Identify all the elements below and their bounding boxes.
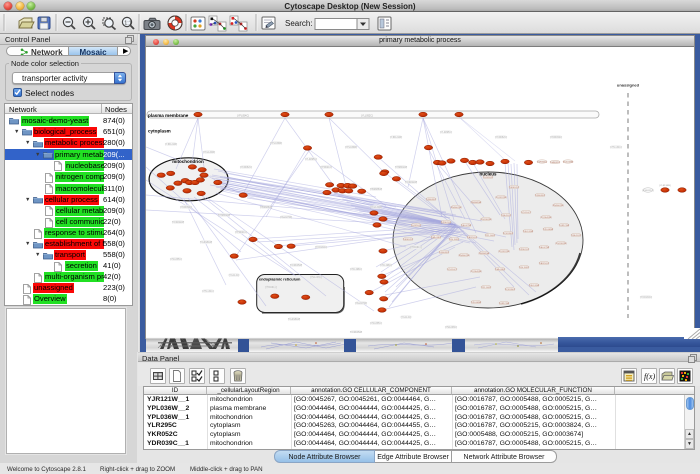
svg-text:[YPL036W]: [YPL036W] <box>543 229 554 231</box>
svg-text:[YPR021C]: [YPR021C] <box>235 232 247 234</box>
svg-text:[YPL134C]: [YPL134C] <box>202 291 213 293</box>
svg-text:f(x): f(x) <box>644 372 655 381</box>
svg-text:[YML038C]: [YML038C] <box>431 237 441 239</box>
svg-text:[YOR130C]: [YOR130C] <box>315 247 327 249</box>
svg-text:[YJR121W]: [YJR121W] <box>499 303 510 305</box>
svg-text:[YOR222W]: [YOR222W] <box>496 197 507 199</box>
svg-text:[YHR002W]: [YHR002W] <box>395 167 407 169</box>
svg-text:[YGR181W]: [YGR181W] <box>556 243 567 245</box>
svg-text:1:1: 1:1 <box>124 21 132 27</box>
svg-text:[YOR045W]: [YOR045W] <box>290 265 303 267</box>
svg-text:[YNL055C]: [YNL055C] <box>571 235 581 237</box>
svg-text:[YPR021C]: [YPR021C] <box>320 167 332 169</box>
svg-text:[YFL054C]: [YFL054C] <box>237 114 249 117</box>
svg-text:[YIL114C]: [YIL114C] <box>522 212 531 214</box>
svg-text:[YIL114C]: [YIL114C] <box>229 275 239 277</box>
svg-text:[YPL036W]: [YPL036W] <box>471 302 482 304</box>
svg-text:mitochondrion: mitochondrion <box>172 159 204 164</box>
svg-text:[YGR181W]: [YGR181W] <box>481 219 492 221</box>
svg-text:Search:: Search: <box>285 19 313 28</box>
svg-text:[YEL027W]: [YEL027W] <box>280 217 292 219</box>
svg-text:[YDR039C]: [YDR039C] <box>426 199 437 201</box>
svg-text:[YDL198C]: [YDL198C] <box>519 267 529 269</box>
svg-text:[YJR121W]: [YJR121W] <box>559 225 570 227</box>
svg-text:[YPL134C]: [YPL134C] <box>481 287 491 289</box>
svg-text:[YDL198C]: [YDL198C] <box>449 239 459 241</box>
svg-text:[YHR002W]: [YHR002W] <box>451 207 462 209</box>
svg-text:[YKL120W]: [YKL120W] <box>203 152 215 154</box>
svg-text:[YOR222W]: [YOR222W] <box>499 251 510 253</box>
svg-text:[YEL027W]: [YEL027W] <box>539 247 550 249</box>
svg-text:[YNL055C]: [YNL055C] <box>170 259 182 261</box>
svg-text:[YKR052C]: [YKR052C] <box>240 167 252 169</box>
svg-text:[YBR085W]: [YBR085W] <box>471 202 482 204</box>
svg-text:[YDR039C]: [YDR039C] <box>180 207 192 209</box>
svg-text:[YGR181W]: [YGR181W] <box>288 319 301 321</box>
svg-text:nucleus: nucleus <box>479 172 497 177</box>
svg-text:[YLR295C]: [YLR295C] <box>305 159 317 161</box>
svg-text:[YJR121W]: [YJR121W] <box>165 144 177 146</box>
svg-text:[YIL114C]: [YIL114C] <box>401 317 411 319</box>
svg-text:[YDR039C]: [YDR039C] <box>535 195 546 197</box>
svg-text:[YBR085W]: [YBR085W] <box>260 207 272 209</box>
svg-text:[YLR295C]: [YLR295C] <box>440 132 452 134</box>
svg-text:[YHR002W]: [YHR002W] <box>553 205 564 207</box>
svg-text:[YML038C]: [YML038C] <box>495 269 505 271</box>
svg-text:[YOR045W]: [YOR045W] <box>541 217 552 219</box>
svg-text:[YIL114C]: [YIL114C] <box>448 269 457 271</box>
svg-text:[YHR002W]: [YHR002W] <box>459 255 470 257</box>
svg-text:[YGR181W]: [YGR181W] <box>200 242 213 244</box>
svg-text:[YNL055C]: [YNL055C] <box>370 323 382 325</box>
svg-text:[YEL027W]: [YEL027W] <box>461 225 472 227</box>
svg-text:[YOR130C]: [YOR130C] <box>640 297 652 299</box>
svg-text:[YBR291C]: [YBR291C] <box>467 237 477 239</box>
svg-text:[YKL120W]: [YKL120W] <box>523 231 534 233</box>
svg-text:[YKR052C]: [YKR052C] <box>495 137 507 139</box>
svg-text:[YOL156W]: [YOL156W] <box>563 162 574 164</box>
svg-text:[YPL036W]: [YPL036W] <box>345 147 357 149</box>
svg-text:[YOR130C]: [YOR130C] <box>503 233 514 235</box>
svg-text:[YLR295C]: [YLR295C] <box>411 225 421 227</box>
svg-text:unassigned: unassigned <box>617 83 640 88</box>
svg-text:[YPL134C]: [YPL134C] <box>485 235 495 237</box>
svg-text:[YKL120W]: [YKL120W] <box>370 207 382 209</box>
svg-text:cytoplasm: cytoplasm <box>148 129 171 134</box>
svg-text:[YBR291C]: [YBR291C] <box>265 287 277 289</box>
svg-text:[YPR021C]: [YPR021C] <box>519 249 529 251</box>
svg-text:[YDR039C]: [YDR039C] <box>439 252 450 254</box>
svg-text:[YKL120W]: [YKL120W] <box>529 285 540 287</box>
svg-text:[YEL027W]: [YEL027W] <box>355 303 367 305</box>
svg-text:[YPL134C]: [YPL134C] <box>610 147 621 149</box>
svg-text:[YBR291C]: [YBR291C] <box>410 247 422 249</box>
svg-text:[YLR295C]: [YLR295C] <box>483 177 493 179</box>
svg-text:[YHR092C]: [YHR092C] <box>550 162 561 164</box>
svg-text:[YHR002W]: [YHR002W] <box>218 215 230 217</box>
svg-text:endoplasmic reticulum: endoplasmic reticulum <box>259 278 301 282</box>
svg-text:[YGR121C]: [YGR121C] <box>642 190 654 192</box>
svg-text:[YKR052C]: [YKR052C] <box>403 239 413 241</box>
svg-text:[YOR222W]: [YOR222W] <box>172 222 185 224</box>
svg-text:[YJR121W]: [YJR121W] <box>390 137 402 139</box>
svg-text:[YPL036W]: [YPL036W] <box>270 143 282 145</box>
svg-text:[YNL055C]: [YNL055C] <box>501 215 511 217</box>
svg-text:plasma membrane: plasma membrane <box>148 113 189 118</box>
svg-text:[YBR291C]: [YBR291C] <box>539 263 549 265</box>
svg-text:[YOR222W]: [YOR222W] <box>405 182 418 184</box>
svg-text:[YDL198C]: [YDL198C] <box>350 269 362 271</box>
svg-text:[YML038C]: [YML038C] <box>310 277 322 279</box>
svg-text:[YPR021C]: [YPR021C] <box>441 222 451 224</box>
svg-text:[YDR345C]: [YDR345C] <box>537 162 548 164</box>
svg-text:[YLR138W]: [YLR138W] <box>659 185 671 187</box>
svg-text:[YOR130C]: [YOR130C] <box>505 289 516 291</box>
svg-text:[YOR045W]: [YOR045W] <box>471 271 482 273</box>
svg-text:[YDL198C]: [YDL198C] <box>380 265 392 267</box>
svg-text:[YBR085W]: [YBR085W] <box>479 253 490 255</box>
svg-text:[YBR085W]: [YBR085W] <box>370 189 382 191</box>
svg-text:[YKR052C]: [YKR052C] <box>509 187 519 189</box>
svg-text:[YML038C]: [YML038C] <box>445 327 457 329</box>
svg-text:[YDR039C]: [YDR039C] <box>550 137 562 139</box>
svg-text:[YLL052C]: [YLL052C] <box>361 114 373 117</box>
